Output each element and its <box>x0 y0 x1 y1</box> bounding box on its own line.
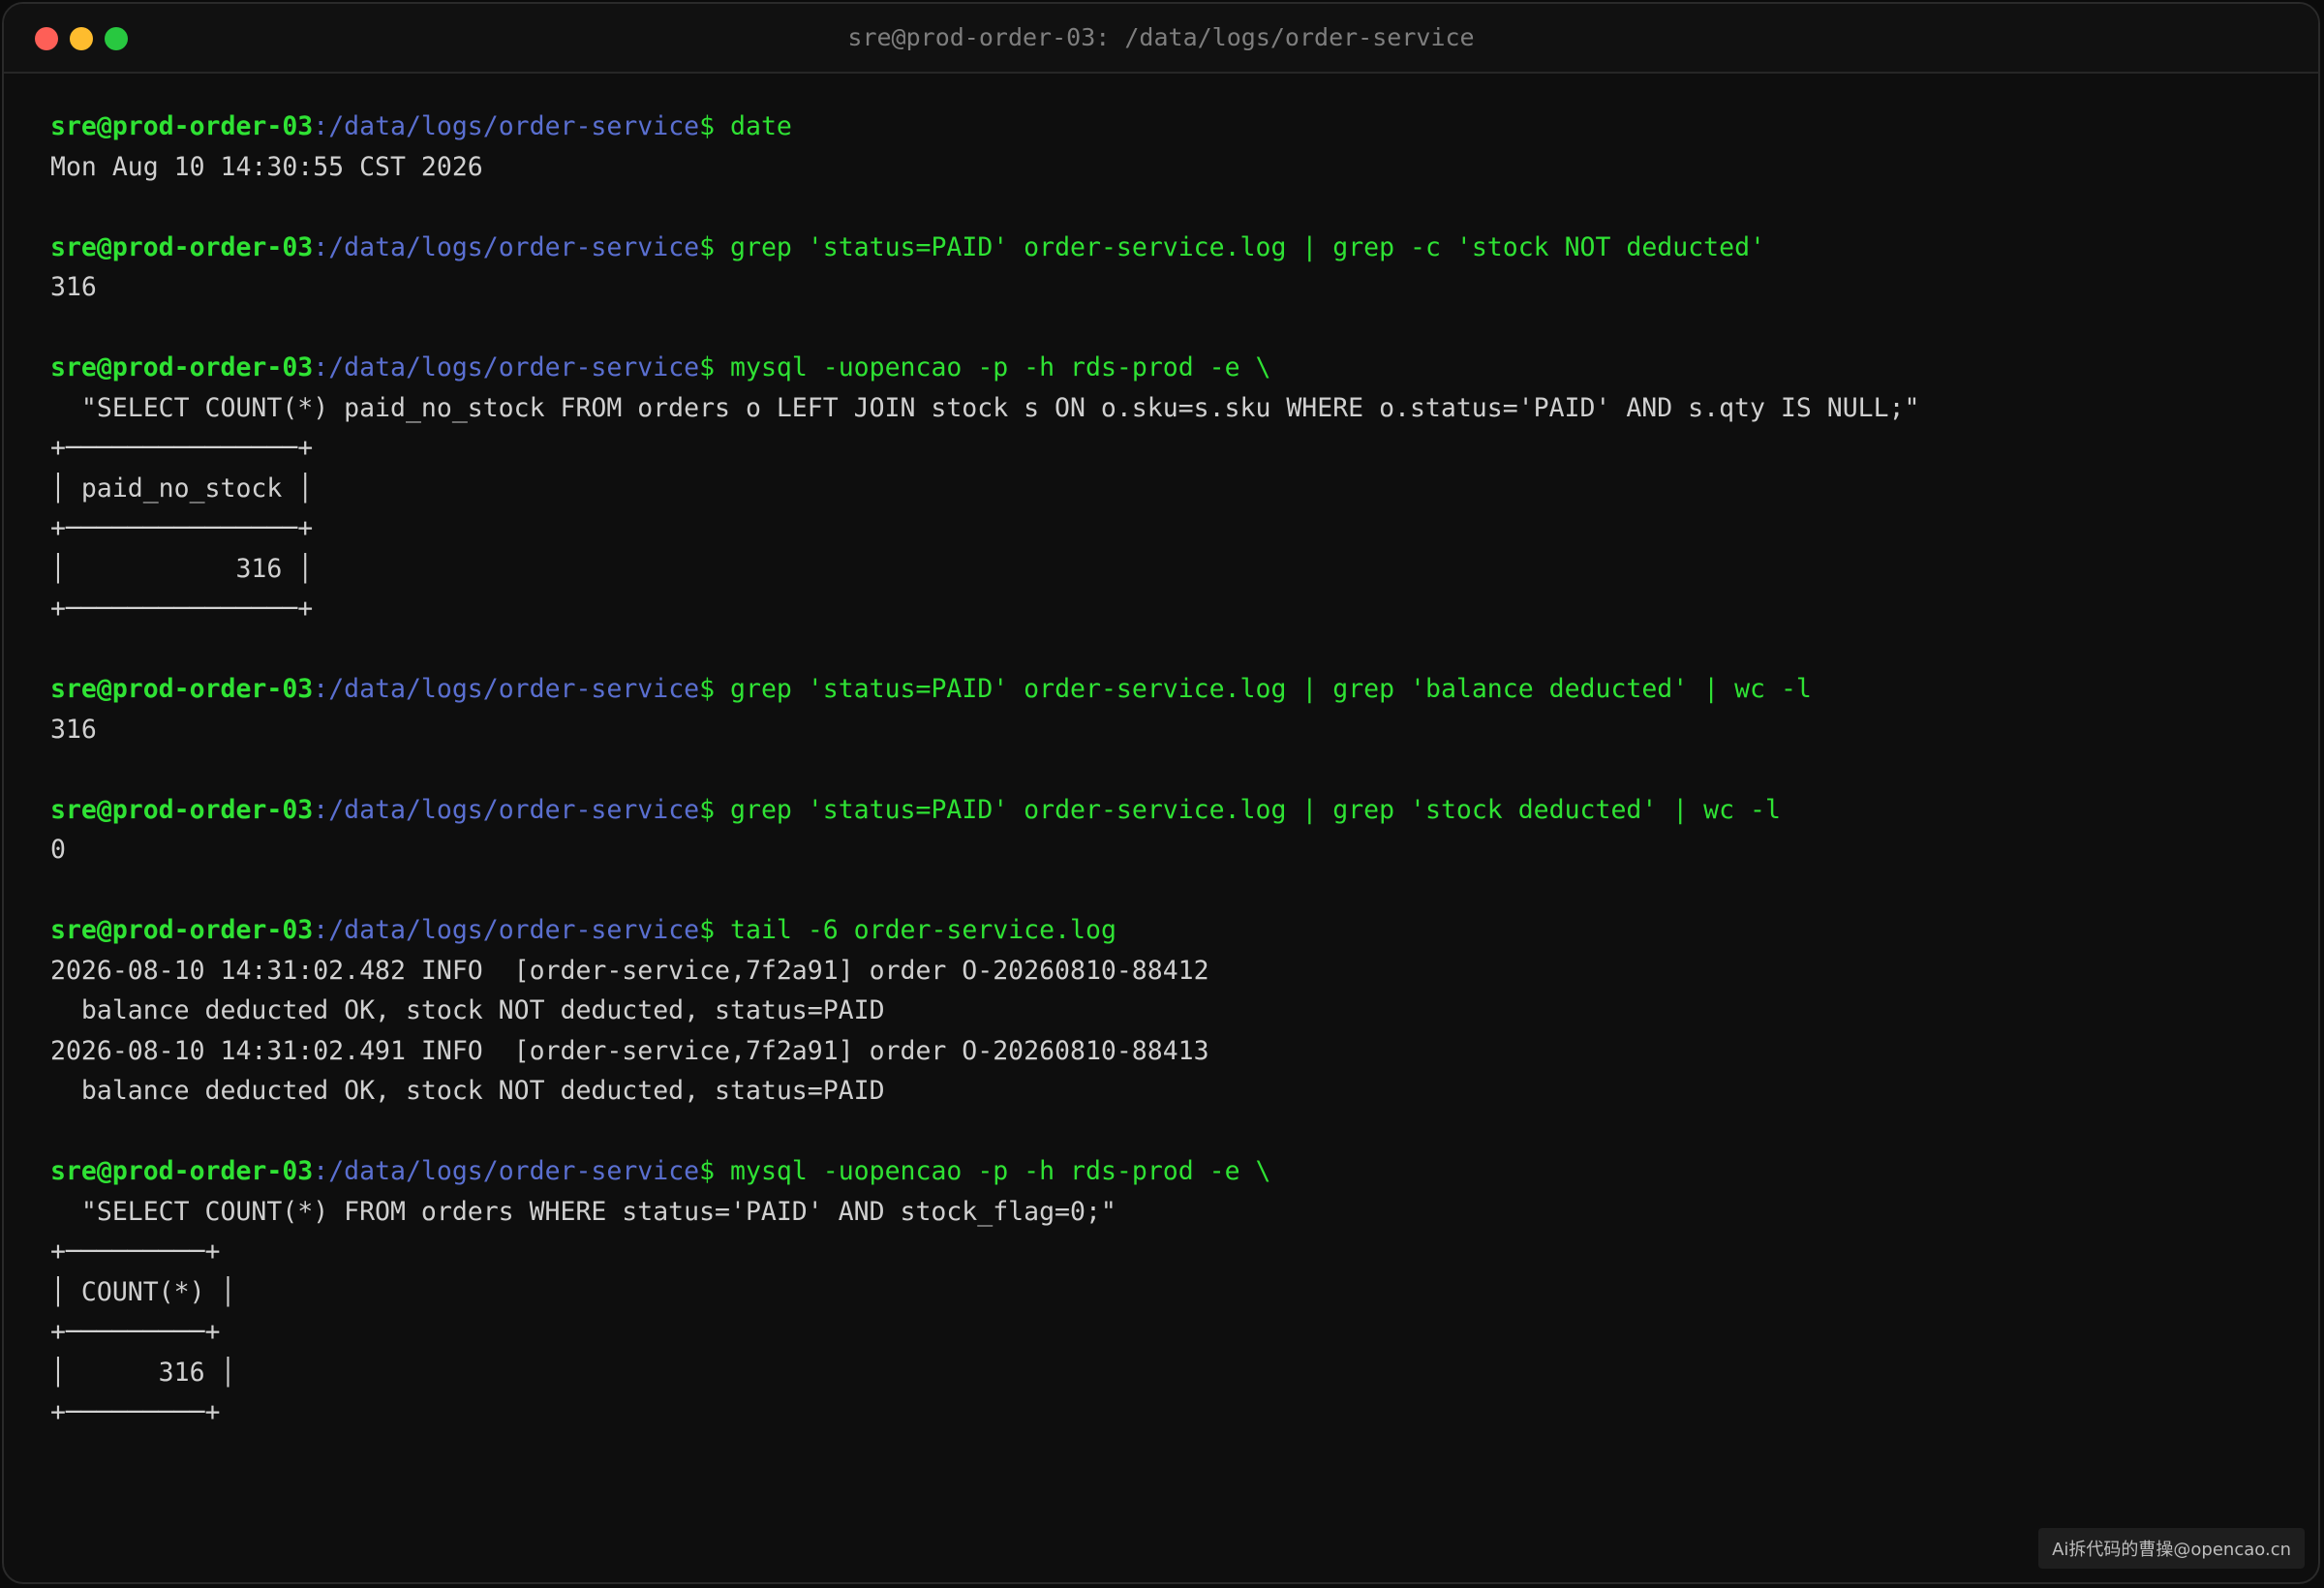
terminal-window: sre@prod-order-03: /data/logs/order-serv… <box>2 2 2320 1584</box>
output-line: "SELECT COUNT(*) paid_no_stock FROM orde… <box>50 392 1920 423</box>
prompt-colon: : <box>313 231 329 262</box>
prompt-colon: : <box>313 674 329 704</box>
output-line: +───────────────+ <box>50 513 314 543</box>
output-line: +─────────+ <box>50 1237 221 1267</box>
prompt-user-host: sre@prod-order-03 <box>50 231 314 262</box>
command-text: mysql -uopencao -p -h rds-prod -e \ <box>730 352 1271 382</box>
command-line: sre@prod-order-03:/data/logs/order-servi… <box>50 1151 2279 1192</box>
output-line: balance deducted OK, stock NOT deducted,… <box>50 995 885 1025</box>
output-line: +─────────+ <box>50 1397 221 1427</box>
prompt-path: /data/logs/order-service <box>328 674 700 704</box>
prompt-user-host: sre@prod-order-03 <box>50 1156 314 1186</box>
output-line: "SELECT COUNT(*) FROM orders WHERE statu… <box>50 1196 1116 1227</box>
command-line: sre@prod-order-03:/data/logs/order-servi… <box>50 348 2279 388</box>
prompt-dollar: $ <box>699 674 716 704</box>
prompt-dollar: $ <box>699 111 716 141</box>
prompt-colon: : <box>313 794 329 825</box>
output-line: balance deducted OK, stock NOT deducted,… <box>50 1076 885 1106</box>
command-text: grep 'status=PAID' order-service.log | g… <box>730 794 1781 825</box>
command-line: sre@prod-order-03:/data/logs/order-servi… <box>50 910 2279 951</box>
command-text: grep 'status=PAID' order-service.log | g… <box>730 674 1812 704</box>
prompt-user-host: sre@prod-order-03 <box>50 352 314 382</box>
prompt-path: /data/logs/order-service <box>328 111 700 141</box>
output-line: 0 <box>50 835 66 865</box>
output-line: 316 <box>50 272 97 302</box>
watermark: Ai拆代码的曹操@opencao.cn <box>2038 1528 2305 1569</box>
output-line: 316 <box>50 714 97 745</box>
command-line: sre@prod-order-03:/data/logs/order-servi… <box>50 107 2279 147</box>
output-line: │ COUNT(*) │ <box>50 1276 236 1307</box>
prompt-dollar: $ <box>699 352 716 382</box>
prompt-path: /data/logs/order-service <box>328 915 700 945</box>
command-line: sre@prod-order-03:/data/logs/order-servi… <box>50 228 2279 268</box>
prompt-colon: : <box>313 352 329 382</box>
prompt-path: /data/logs/order-service <box>328 794 700 825</box>
prompt-path: /data/logs/order-service <box>328 231 700 262</box>
prompt-user-host: sre@prod-order-03 <box>50 915 314 945</box>
output-line: +───────────────+ <box>50 594 314 624</box>
command-line: sre@prod-order-03:/data/logs/order-servi… <box>50 669 2279 710</box>
prompt-user-host: sre@prod-order-03 <box>50 111 314 141</box>
prompt-colon: : <box>313 111 329 141</box>
command-text: mysql -uopencao -p -h rds-prod -e \ <box>730 1156 1271 1186</box>
prompt-colon: : <box>313 915 329 945</box>
output-line: +───────────────+ <box>50 433 314 463</box>
terminal-output[interactable]: sre@prod-order-03:/data/logs/order-servi… <box>50 107 2279 1524</box>
prompt-colon: : <box>313 1156 329 1186</box>
command-text: date <box>730 111 792 141</box>
prompt-dollar: $ <box>699 915 716 945</box>
output-line: │ 316 │ <box>50 553 314 584</box>
prompt-dollar: $ <box>699 231 716 262</box>
command-text: tail -6 order-service.log <box>730 915 1116 945</box>
command-line: sre@prod-order-03:/data/logs/order-servi… <box>50 790 2279 831</box>
output-line: +─────────+ <box>50 1317 221 1347</box>
output-line: │ paid_no_stock │ <box>50 473 314 504</box>
window-title: sre@prod-order-03: /data/logs/order-serv… <box>847 23 1475 51</box>
prompt-path: /data/logs/order-service <box>328 1156 700 1186</box>
prompt-user-host: sre@prod-order-03 <box>50 794 314 825</box>
prompt-dollar: $ <box>699 1156 716 1186</box>
prompt-path: /data/logs/order-service <box>328 352 700 382</box>
output-line: │ 316 │ <box>50 1357 236 1388</box>
command-text: grep 'status=PAID' order-service.log | g… <box>730 231 1765 262</box>
output-line: 2026-08-10 14:31:02.482 INFO [order-serv… <box>50 955 1209 986</box>
output-line: Mon Aug 10 14:30:55 CST 2026 <box>50 151 483 182</box>
title-bar: sre@prod-order-03: /data/logs/order-serv… <box>4 4 2318 74</box>
prompt-dollar: $ <box>699 794 716 825</box>
prompt-user-host: sre@prod-order-03 <box>50 674 314 704</box>
output-line: 2026-08-10 14:31:02.491 INFO [order-serv… <box>50 1035 1209 1066</box>
